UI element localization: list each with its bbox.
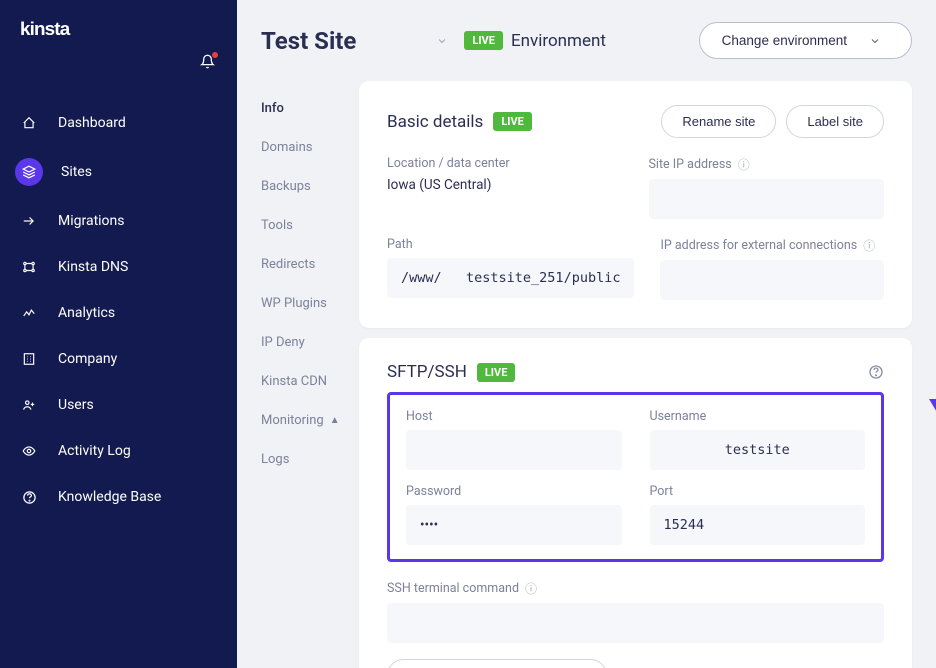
ext-ip-value — [660, 260, 884, 300]
change-env-label: Change environment — [722, 33, 847, 48]
primary-sidebar: kinsta Dashboard Sites Migrations Kinsta… — [0, 0, 237, 668]
content-area: Basic details LIVE Rename site Label sit… — [359, 81, 936, 668]
nav-users[interactable]: Users — [0, 382, 237, 428]
subnav-backups[interactable]: Backups — [261, 167, 359, 206]
card-title: Basic details — [387, 112, 483, 132]
nav-label: Sites — [61, 164, 92, 180]
nav-migrations[interactable]: Migrations — [0, 198, 237, 244]
home-icon — [18, 112, 40, 134]
location-value: Iowa (US Central) — [387, 177, 623, 193]
basic-details-card: Basic details LIVE Rename site Label sit… — [359, 81, 912, 328]
nav-label: Activity Log — [58, 443, 131, 459]
port-label: Port — [650, 484, 866, 499]
environment-badge: LIVE — [464, 31, 503, 50]
subnav-info[interactable]: Info — [261, 89, 359, 128]
svg-text:kinsta: kinsta — [20, 18, 71, 39]
nav-analytics[interactable]: Analytics — [0, 290, 237, 336]
user-plus-icon — [18, 394, 40, 416]
chevron-down-icon[interactable] — [436, 35, 448, 47]
nav-label: Users — [58, 397, 94, 413]
location-label: Location / data center — [387, 156, 623, 171]
nav-label: Analytics — [58, 305, 115, 321]
nav-knowledge-base[interactable]: Knowledge Base — [0, 474, 237, 520]
main-content: Test Site LIVE Environment Change enviro… — [237, 0, 936, 668]
subnav-wp-plugins[interactable]: WP Plugins — [261, 284, 359, 323]
username-value: testsite — [650, 430, 866, 470]
environment-label: Environment — [511, 31, 606, 51]
subnav-ip-deny[interactable]: IP Deny — [261, 323, 359, 362]
help-icon — [18, 486, 40, 508]
help-icon[interactable]: ⓘ — [525, 580, 537, 597]
nav-activity[interactable]: Activity Log — [0, 428, 237, 474]
nav-label: Kinsta DNS — [58, 259, 128, 275]
sftp-credentials-highlight: Host Username testsite Password •••• — [387, 392, 884, 562]
help-icon[interactable]: ⓘ — [738, 156, 750, 173]
username-label: Username — [650, 409, 866, 424]
sftp-ssh-card: SFTP/SSH LIVE Host Username t — [359, 338, 912, 668]
ext-ip-label: IP address for external connections — [660, 238, 857, 253]
site-ip-label: Site IP address — [649, 157, 732, 172]
help-icon[interactable]: ⓘ — [863, 237, 875, 254]
ssh-command-value — [387, 603, 884, 643]
password-label: Password — [406, 484, 622, 499]
nav-label: Dashboard — [58, 115, 126, 131]
help-icon[interactable] — [868, 364, 884, 380]
password-value: •••• — [406, 505, 622, 545]
chevron-down-icon — [869, 35, 881, 47]
layers-icon — [15, 158, 43, 186]
network-icon — [18, 256, 40, 278]
subnav-domains[interactable]: Domains — [261, 128, 359, 167]
port-value: 15244 — [650, 505, 866, 545]
host-value — [406, 430, 622, 470]
site-title: Test Site — [261, 27, 356, 55]
live-badge: LIVE — [493, 112, 532, 131]
live-badge: LIVE — [477, 363, 516, 382]
ssh-command-label: SSH terminal command — [387, 581, 519, 596]
nav-company[interactable]: Company — [0, 336, 237, 382]
path-label: Path — [387, 237, 634, 252]
rename-site-button[interactable]: Rename site — [661, 105, 776, 138]
primary-nav: Dashboard Sites Migrations Kinsta DNS An… — [0, 100, 237, 520]
site-subnav: Info Domains Backups Tools Redirects WP … — [237, 81, 359, 668]
arrow-right-icon — [18, 210, 40, 232]
generate-sftp-password-button[interactable]: Generate new SFTP password — [387, 659, 607, 668]
nav-dns[interactable]: Kinsta DNS — [0, 244, 237, 290]
subnav-logs[interactable]: Logs — [261, 440, 359, 479]
page-header: Test Site LIVE Environment Change enviro… — [237, 0, 936, 81]
site-ip-value — [649, 179, 885, 219]
building-icon — [18, 348, 40, 370]
nav-dashboard[interactable]: Dashboard — [0, 100, 237, 146]
subnav-monitoring[interactable]: Monitoring▲ — [261, 401, 359, 440]
subnav-tools[interactable]: Tools — [261, 206, 359, 245]
nav-label: Migrations — [58, 213, 125, 229]
nav-sites[interactable]: Sites — [0, 146, 237, 198]
host-label: Host — [406, 409, 622, 424]
nav-label: Knowledge Base — [58, 489, 161, 505]
change-environment-button[interactable]: Change environment — [699, 22, 912, 59]
path-value: /www/ testsite_251/public — [387, 258, 634, 298]
warning-icon: ▲ — [330, 415, 340, 426]
annotation-arrow — [919, 264, 936, 434]
notifications-icon[interactable] — [200, 54, 215, 69]
chart-icon — [18, 302, 40, 324]
label-site-button[interactable]: Label site — [786, 105, 884, 138]
nav-label: Company — [58, 351, 117, 367]
eye-icon — [18, 440, 40, 462]
subnav-cdn[interactable]: Kinsta CDN — [261, 362, 359, 401]
brand-logo: kinsta — [0, 0, 237, 52]
subnav-redirects[interactable]: Redirects — [261, 245, 359, 284]
card-title: SFTP/SSH — [387, 362, 467, 382]
